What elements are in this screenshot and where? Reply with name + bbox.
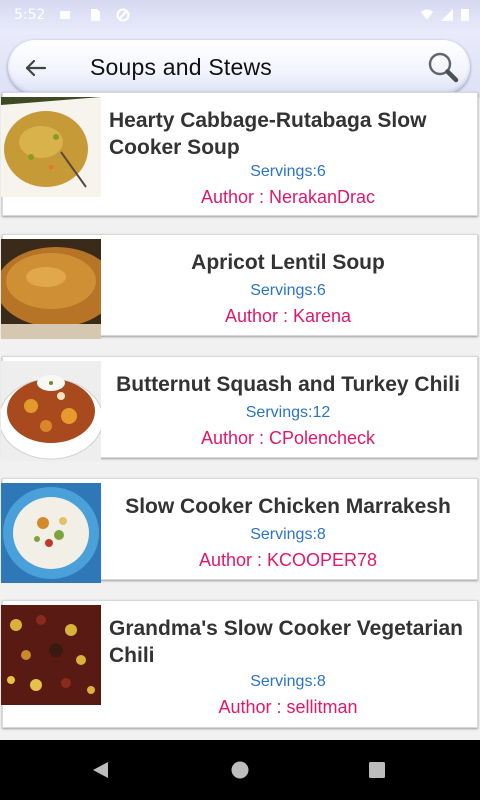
recipe-title: Butternut Squash and Turkey Chili <box>116 373 460 396</box>
recipe-card[interactable]: Apricot Lentil Soup Servings:6 Author : … <box>1 234 478 339</box>
recipe-author: Author : CPolencheck <box>200 428 376 448</box>
status-bar: 5:52 <box>0 0 480 32</box>
recipe-thumbnail <box>1 239 101 339</box>
recipe-info: Butternut Squash and Turkey Chili Servin… <box>105 357 471 457</box>
battery-icon <box>461 9 469 21</box>
recipe-card[interactable]: Grandma's Slow Cooker Vegetarian Chili S… <box>1 600 478 728</box>
status-time: 5:52 <box>14 7 46 23</box>
notification-icon <box>60 11 70 19</box>
recipe-servings: Servings:6 <box>250 282 326 299</box>
sd-card-icon <box>91 9 100 21</box>
recipe-info: Slow Cooker Chicken Marrakesh Servings:8… <box>105 479 471 579</box>
recipe-title: Hearty Cabbage-Rutabaga Slow Cooker Soup <box>109 109 427 159</box>
recipe-thumbnail <box>1 361 101 461</box>
toolbar: Soups and Stews <box>8 40 470 94</box>
recipe-thumbnail <box>1 97 101 197</box>
signal-icon <box>441 9 453 21</box>
recipe-author: Author : sellitman <box>218 697 358 717</box>
wifi-icon <box>421 9 433 20</box>
recipe-title: Slow Cooker Chicken Marrakesh <box>125 495 451 518</box>
recipe-card[interactable]: Slow Cooker Chicken Marrakesh Servings:8… <box>1 478 478 583</box>
app-header: Soups and Stews <box>0 32 480 98</box>
recipe-card[interactable]: Butternut Squash and Turkey Chili Servin… <box>1 356 478 461</box>
page-title: Soups and Stews <box>90 54 273 80</box>
recipe-info: Grandma's Slow Cooker Vegetarian Chili S… <box>105 601 471 727</box>
recipe-servings: Servings:6 <box>250 163 326 180</box>
nav-home-icon[interactable] <box>230 760 250 780</box>
recipe-servings: Servings:8 <box>250 673 326 690</box>
recipe-author: Author : KCOOPER78 <box>198 550 378 570</box>
back-arrow-icon[interactable] <box>22 54 50 82</box>
search-icon[interactable] <box>426 50 460 84</box>
navigation-bar <box>0 740 480 800</box>
recipe-author: Author : NerakanDrac <box>200 187 376 207</box>
recipe-title: Grandma's Slow Cooker Vegetarian Chili <box>109 617 463 667</box>
recipe-servings: Servings:8 <box>250 526 326 543</box>
recipe-title: Apricot Lentil Soup <box>191 251 385 274</box>
recipe-author: Author : Karena <box>224 306 352 326</box>
recipe-thumbnail <box>1 605 101 705</box>
nav-recents-icon[interactable] <box>368 761 386 779</box>
nav-back-icon[interactable] <box>90 760 110 780</box>
recipe-info: Apricot Lentil Soup Servings:6 Author : … <box>105 235 471 335</box>
blocked-icon <box>116 8 130 22</box>
recipe-servings: Servings:12 <box>245 404 331 421</box>
recipe-info: Hearty Cabbage-Rutabaga Slow Cooker Soup… <box>105 93 471 215</box>
recipe-thumbnail <box>1 483 101 583</box>
recipe-card[interactable]: Hearty Cabbage-Rutabaga Slow Cooker Soup… <box>1 92 478 216</box>
